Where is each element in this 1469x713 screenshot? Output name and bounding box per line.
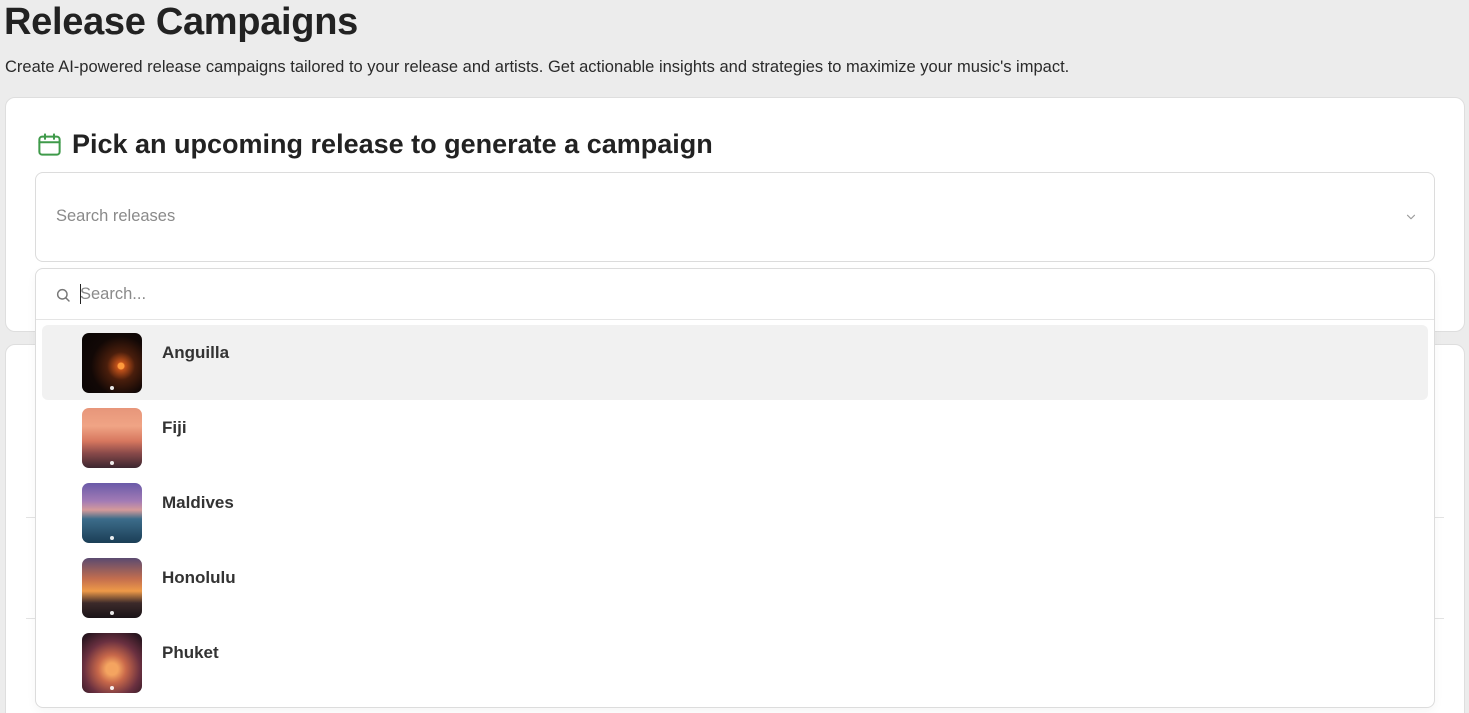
search-input[interactable] bbox=[80, 281, 1380, 307]
option-label: Fiji bbox=[162, 418, 187, 437]
section-heading: Pick an upcoming release to generate a c… bbox=[36, 128, 713, 160]
release-dropdown: Anguilla Fiji Maldives Honolulu Phuket bbox=[35, 268, 1435, 708]
option-honolulu[interactable]: Honolulu bbox=[42, 550, 1428, 625]
release-thumbnail bbox=[82, 483, 142, 543]
option-phuket[interactable]: Phuket bbox=[42, 625, 1428, 700]
release-thumbnail bbox=[82, 558, 142, 618]
release-select[interactable]: Search releases bbox=[35, 172, 1435, 262]
release-thumbnail bbox=[82, 633, 142, 693]
option-label: Anguilla bbox=[162, 343, 230, 362]
section-heading-text: Pick an upcoming release to generate a c… bbox=[72, 129, 713, 159]
page: Release Campaigns Create AI-powered rele… bbox=[0, 0, 1469, 713]
search-icon bbox=[56, 288, 70, 302]
option-fiji[interactable]: Fiji bbox=[42, 400, 1428, 475]
option-label: Maldives bbox=[162, 493, 234, 512]
chevron-down-icon bbox=[1406, 214, 1416, 220]
release-thumbnail bbox=[82, 333, 142, 393]
release-select-placeholder: Search releases bbox=[56, 207, 176, 225]
page-title: Release Campaigns bbox=[4, 1, 358, 43]
option-label: Honolulu bbox=[162, 568, 236, 587]
option-anguilla[interactable]: Anguilla bbox=[42, 325, 1428, 400]
option-maldives[interactable]: Maldives bbox=[42, 475, 1428, 550]
option-label: Phuket bbox=[162, 643, 219, 662]
text-caret bbox=[80, 284, 81, 304]
options-list: Anguilla Fiji Maldives Honolulu Phuket bbox=[42, 325, 1428, 700]
release-thumbnail bbox=[82, 408, 142, 468]
page-subtitle: Create AI-powered release campaigns tail… bbox=[5, 58, 1070, 76]
dropdown-search-bar bbox=[36, 269, 1434, 320]
calendar-icon bbox=[38, 132, 61, 156]
